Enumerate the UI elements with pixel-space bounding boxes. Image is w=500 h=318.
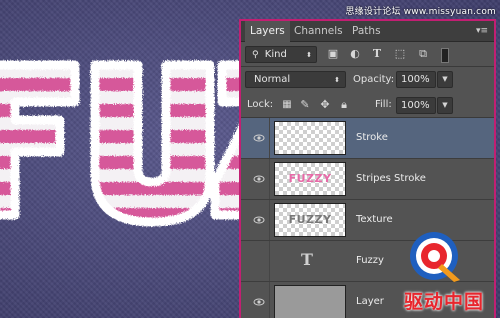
type-filter-icon[interactable]: T	[369, 46, 385, 62]
layer-thumbnail: FUZZY	[274, 203, 346, 237]
layer-name[interactable]: Stripes Stroke	[356, 159, 426, 199]
visibility-toggle[interactable]	[241, 282, 270, 318]
lock-move-icon[interactable]: ✥	[317, 97, 333, 113]
lock-label: Lock:	[247, 99, 274, 110]
layer-name[interactable]: Fuzzy	[356, 241, 384, 281]
adjustment-filter-icon[interactable]: ◐	[347, 46, 363, 62]
fill-label: Fill:	[375, 99, 392, 110]
blend-row: Normal ⬍ Opacity: 100% ▼	[241, 67, 494, 93]
search-icon: ⚲	[252, 50, 259, 60]
eye-icon	[253, 216, 265, 224]
type-layer-icon: T	[301, 250, 313, 269]
eye-icon	[253, 298, 265, 306]
smart-object-filter-icon[interactable]: ⧉	[415, 46, 431, 62]
blend-mode-value: Normal	[254, 74, 291, 85]
eye-icon	[253, 134, 265, 142]
opacity-label: Opacity:	[353, 74, 395, 85]
lock-all-icon[interactable]: 🔒︎	[336, 97, 352, 113]
layer-thumbnail	[274, 121, 346, 155]
brand-text: 驱动中国	[404, 291, 485, 313]
stepper-icon: ⬍	[334, 76, 340, 84]
thumbnail-text: FUZZY	[288, 213, 332, 226]
layer-row-stripes-stroke[interactable]: FUZZY Stripes Stroke	[241, 159, 494, 200]
layer-thumbnail	[274, 285, 346, 318]
layer-name[interactable]: Stroke	[356, 118, 388, 158]
blend-mode-select[interactable]: Normal ⬍	[245, 71, 346, 88]
image-filter-icon[interactable]: ▣	[325, 46, 341, 62]
panel-menu-icon[interactable]: ▾≡	[475, 25, 489, 37]
brand-logo	[410, 232, 460, 282]
visibility-toggle[interactable]	[241, 118, 270, 158]
filter-kind-select[interactable]: ⚲ Kind ⬍	[245, 46, 317, 63]
tab-channels[interactable]: Channels	[289, 21, 348, 41]
fill-input[interactable]: 100%	[396, 97, 436, 114]
chevron-down-icon: ▼	[442, 75, 448, 83]
filter-row: ⚲ Kind ⬍ ▣ ◐ T ⬚ ⧉	[241, 42, 494, 66]
tab-paths[interactable]: Paths	[347, 21, 386, 41]
thumbnail-text: FUZZY	[288, 172, 332, 185]
tab-layers[interactable]: Layers	[245, 21, 290, 42]
visibility-toggle[interactable]	[241, 241, 270, 281]
visibility-toggle[interactable]	[241, 200, 270, 240]
site-watermark: 思缘设计论坛 www.missyuan.com	[345, 7, 496, 17]
opacity-input[interactable]: 100%	[396, 71, 436, 88]
layer-row-stroke[interactable]: Stroke	[241, 118, 494, 159]
chevron-down-icon: ▼	[442, 101, 448, 109]
filter-kind-label: Kind	[264, 49, 287, 60]
visibility-toggle[interactable]	[241, 159, 270, 199]
lock-row: Lock: ▦ ✎ ✥ 🔒︎ Fill: 100% ▼	[241, 93, 494, 117]
layer-name[interactable]: Layer	[356, 282, 384, 318]
opacity-dropdown-button[interactable]: ▼	[437, 71, 453, 88]
lock-transparent-icon[interactable]: ▦	[279, 97, 295, 113]
filter-toggle[interactable]	[441, 48, 449, 63]
panel-tab-bar: Layers Channels Paths ▾≡	[241, 21, 494, 42]
layer-thumbnail: FUZZY	[274, 162, 346, 196]
layer-name[interactable]: Texture	[356, 200, 393, 240]
fill-dropdown-button[interactable]: ▼	[437, 97, 453, 114]
eye-icon	[253, 175, 265, 183]
stepper-icon: ⬍	[306, 51, 312, 59]
shape-filter-icon[interactable]: ⬚	[392, 46, 408, 62]
lock-paint-icon[interactable]: ✎	[297, 97, 313, 113]
